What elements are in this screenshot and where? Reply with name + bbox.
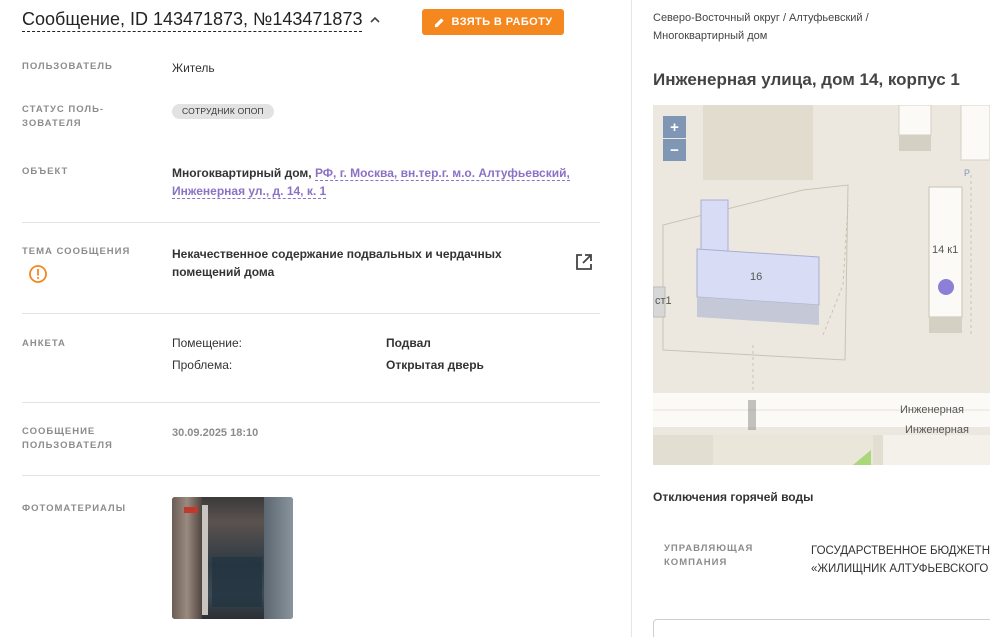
pencil-icon — [434, 17, 444, 27]
mc-label-line2: КОМПАНИЯ — [664, 557, 728, 568]
object-value: Многоквартирный дом, РФ, г. Москва, вн.т… — [172, 164, 572, 200]
map-building-14k1-label: 14 к1 — [932, 244, 959, 256]
divider — [22, 313, 600, 314]
object-label: ОБЪЕКТ — [22, 166, 69, 177]
map-building-16-label: 16 — [750, 271, 763, 283]
divider — [22, 402, 600, 403]
user-message-label-line1: СООБЩЕНИЕ — [22, 426, 96, 437]
object-address-title: Инженерная улица, дом 14, корпус 1 — [653, 70, 960, 89]
management-company-label: УПРАВЛЯЮЩАЯ КОМПАНИЯ — [664, 542, 753, 570]
object-type: Многоквартирный дом, — [172, 166, 312, 180]
survey-label: АНКЕТА — [22, 338, 66, 349]
theme-value: Некачественное содержание подвальных и ч… — [172, 247, 502, 279]
mc-label-line1: УПРАВЛЯЮЩАЯ — [664, 543, 754, 554]
survey-value-room: Подвал — [386, 336, 431, 350]
theme-label: ТЕМА СООБЩЕНИЯ — [22, 246, 131, 257]
message-panel: Сообщение, ID 143471873, №143471873 ВЗЯТ… — [0, 0, 632, 637]
divider — [22, 222, 600, 223]
open-external-icon[interactable] — [574, 252, 594, 272]
object-address-link-cont[interactable]: Инженерная ул., д. 14, к. 1 — [172, 184, 327, 199]
take-to-work-button[interactable]: ВЗЯТЬ В РАБОТУ — [422, 9, 564, 35]
street-label-2: Инженерная — [905, 424, 969, 436]
chevron-up-icon[interactable] — [368, 13, 382, 27]
zoom-in-button[interactable]: + — [663, 116, 686, 138]
zoom-controls: + − — [663, 116, 686, 161]
bottom-card — [653, 619, 990, 637]
status-label-line2: ЗОВАТЕЛЯ — [22, 118, 82, 129]
status-value: СОТРУДНИК ОПОП — [172, 101, 274, 119]
zoom-out-button[interactable]: − — [663, 139, 686, 161]
user-label: ПОЛЬЗОВАТЕЛЬ — [22, 61, 113, 72]
breadcrumb-line1: Северо-Восточный округ / Алтуфьевский / — [653, 12, 869, 24]
survey-key-problem: Проблема: — [172, 358, 233, 372]
warning-icon — [29, 265, 47, 283]
mc-value-line1: ГОСУДАРСТВЕННОЕ БЮДЖЕТН — [811, 545, 990, 557]
take-to-work-label: ВЗЯТЬ В РАБОТУ — [451, 16, 553, 28]
street-label: Инженерная — [900, 404, 964, 416]
user-value: Житель — [172, 61, 215, 75]
breadcrumb: Северо-Восточный округ / Алтуфьевский / … — [653, 9, 983, 45]
location-marker-icon[interactable] — [937, 278, 955, 296]
map-building-st1-label: ст1 — [655, 295, 672, 307]
user-message-label: СООБЩЕНИЕ ПОЛЬЗОВАТЕЛЯ — [22, 425, 132, 453]
photos-label: ФОТОМАТЕРИАЛЫ — [22, 503, 127, 514]
survey-value-problem: Открытая дверь — [386, 358, 484, 372]
mc-value-line2: «ЖИЛИЩНИК АЛТУФЬЕВСКОГО — [811, 563, 989, 575]
parking-icon: P — [964, 168, 971, 178]
status-badge: СОТРУДНИК ОПОП — [172, 104, 274, 119]
map[interactable]: + − 16 ст1 14 к1 P Инженерная Инженерная — [653, 105, 990, 465]
message-title[interactable]: Сообщение, ID 143471873, №143471873 — [22, 8, 363, 32]
message-header: Сообщение, ID 143471873, №143471873 — [22, 8, 382, 32]
photo-thumbnail[interactable] — [172, 497, 293, 619]
status-label: СТАТУС ПОЛЬ- ЗОВАТЕЛЯ — [22, 103, 132, 131]
survey-key-room: Помещение: — [172, 336, 242, 350]
user-message-date: 30.09.2025 18:10 — [172, 427, 259, 439]
status-label-line1: СТАТУС ПОЛЬ- — [22, 104, 105, 115]
divider — [22, 475, 600, 476]
management-company-value: ГОСУДАРСТВЕННОЕ БЮДЖЕТН «ЖИЛИЩНИК АЛТУФЬ… — [811, 542, 990, 578]
object-address-link[interactable]: РФ, г. Москва, вн.тер.г. м.о. Алтуфьевск… — [314, 166, 570, 181]
object-panel: Северо-Восточный округ / Алтуфьевский / … — [633, 0, 990, 637]
user-message-label-line2: ПОЛЬЗОВАТЕЛЯ — [22, 440, 113, 451]
breadcrumb-line2: Многоквартирный дом — [653, 30, 768, 42]
hot-water-title: Отключения горячей воды — [653, 490, 814, 504]
